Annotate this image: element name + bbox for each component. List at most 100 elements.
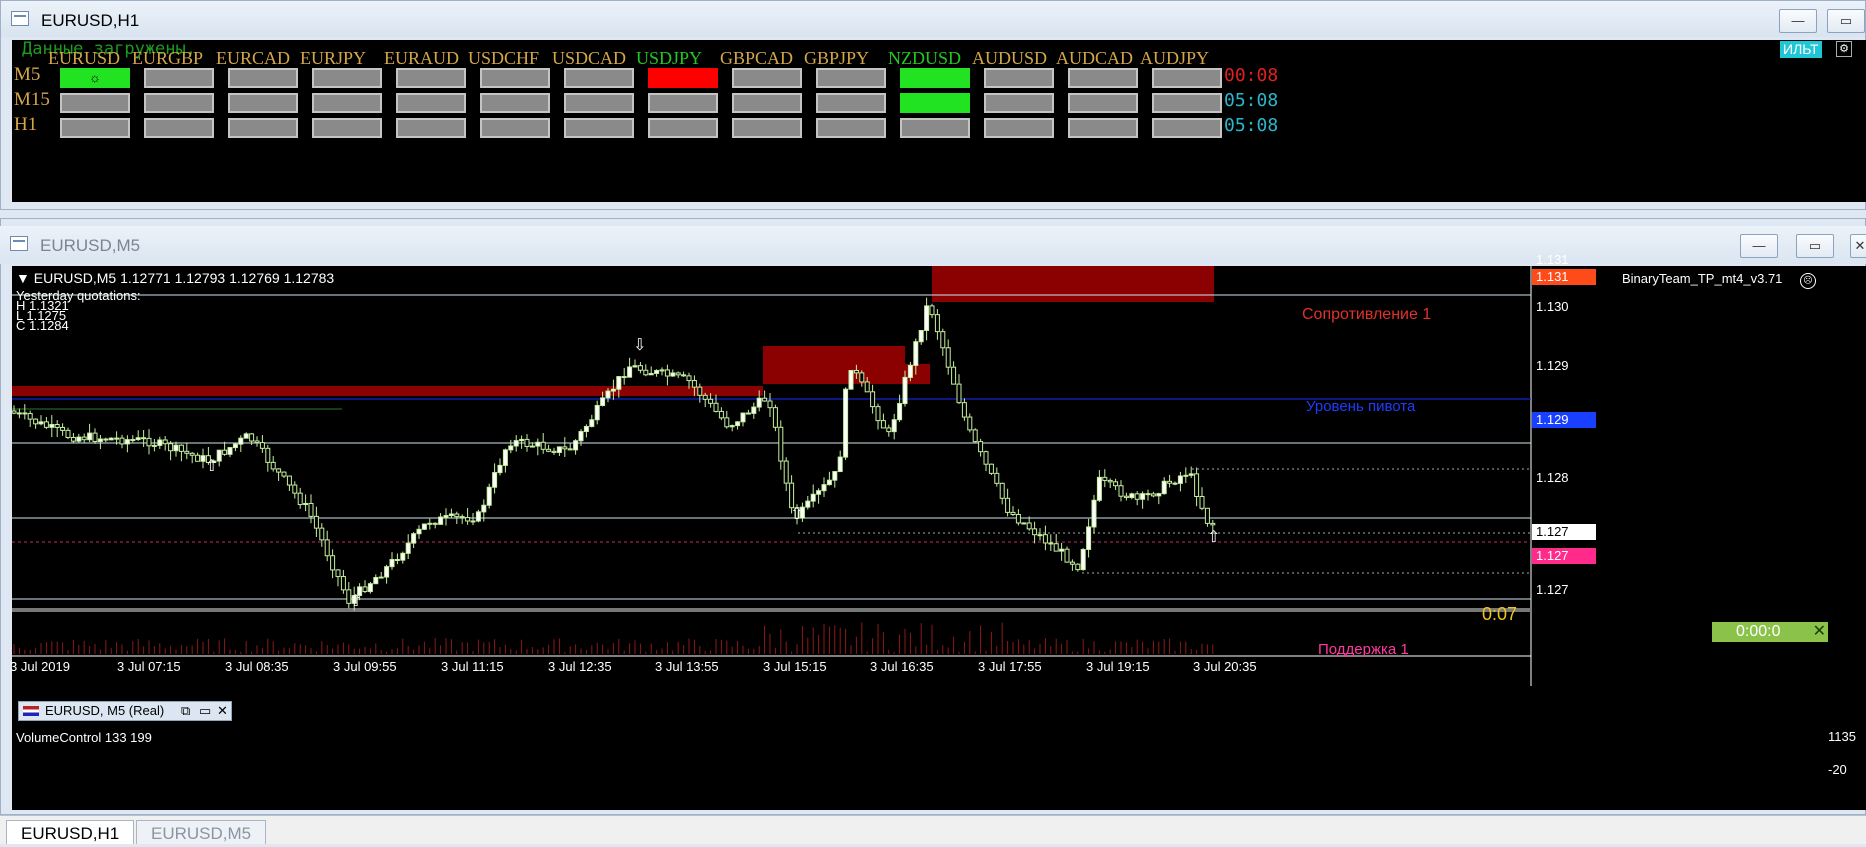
candle-body (664, 369, 670, 377)
minimize-button[interactable]: — (1779, 9, 1817, 33)
tab-eurusd-h1[interactable]: EURUSD,H1 (6, 820, 135, 844)
symbol-eurgbp[interactable]: EURGBP (132, 48, 203, 69)
signal-cell[interactable] (1152, 68, 1222, 88)
candle-body (1156, 493, 1162, 497)
signal-cell[interactable] (816, 118, 886, 138)
candle-body (465, 517, 471, 522)
signal-cell[interactable] (1068, 118, 1138, 138)
maximize-button[interactable]: ▭ (1827, 9, 1865, 33)
candle-body (227, 447, 233, 455)
symbol-usdcad[interactable]: USDCAD (552, 48, 626, 69)
symbol-gbpcad[interactable]: GBPCAD (720, 48, 793, 69)
signal-cell[interactable] (60, 118, 130, 138)
maximize-icon[interactable]: ▭ (199, 702, 211, 720)
candle-body (1096, 476, 1102, 501)
signal-cell[interactable] (228, 68, 298, 88)
signal-cell[interactable] (228, 93, 298, 113)
candle-body (513, 440, 519, 447)
signal-cell[interactable] (480, 68, 550, 88)
chart-area[interactable]: ⇧ ⇧ ⇧ ⇧ ⇩ ▼ EURUSD,M5 1.12771 1.12793 1.1276… (10, 252, 1866, 810)
signal-cell[interactable] (984, 68, 1054, 88)
candle-body (394, 559, 400, 562)
symbol-euraud[interactable]: EURAUD (384, 48, 459, 69)
candle-body (389, 559, 395, 568)
candle-body (1167, 480, 1173, 484)
signal-cell[interactable] (396, 68, 466, 88)
filter-badge[interactable]: ИЛЬТ (1780, 41, 1822, 58)
candle-body (340, 576, 346, 591)
candle-body (265, 447, 271, 463)
signal-cell[interactable] (396, 93, 466, 113)
candle-body (659, 369, 665, 372)
signal-cell[interactable] (144, 93, 214, 113)
candle-body (92, 432, 98, 442)
signal-cell[interactable] (60, 93, 130, 113)
candle-body (135, 437, 141, 441)
symbol-audjpy[interactable]: AUDJPY (1140, 48, 1209, 69)
candle-body (405, 542, 411, 554)
symbol-eurcad[interactable]: EURCAD (216, 48, 290, 69)
close-icon[interactable]: ✕ (217, 702, 228, 720)
signal-cell[interactable] (900, 93, 970, 113)
signal-cell[interactable] (144, 118, 214, 138)
signal-cell[interactable] (732, 68, 802, 88)
tab-eurusd-m5[interactable]: EURUSD,M5 (136, 820, 267, 844)
signal-cell[interactable] (396, 118, 466, 138)
signal-cell[interactable] (1068, 68, 1138, 88)
symbol-audcad[interactable]: AUDCAD (1056, 48, 1133, 69)
candle-body (983, 451, 989, 465)
signal-cell[interactable] (312, 118, 382, 138)
signal-arrow-icon: ⇧ (790, 504, 803, 523)
signal-cell[interactable] (648, 68, 718, 88)
close-button[interactable]: ✕ (1850, 234, 1866, 258)
signal-cell[interactable] (1068, 93, 1138, 113)
signal-cell[interactable] (984, 93, 1054, 113)
symbol-audusd[interactable]: AUDUSD (972, 48, 1047, 69)
minimize-button[interactable]: — (1740, 234, 1778, 258)
candle-body (427, 522, 433, 525)
signal-cell[interactable] (312, 93, 382, 113)
candle-body (54, 424, 60, 428)
symbol-eurusd[interactable]: EURUSD (48, 48, 120, 69)
restore-icon[interactable]: ⧉ (181, 702, 190, 720)
signal-cell[interactable] (564, 68, 634, 88)
price-label: 1.129 (1536, 358, 1569, 373)
candle-body (497, 464, 503, 474)
maximize-button[interactable]: ▭ (1796, 234, 1834, 258)
signal-cell[interactable] (228, 118, 298, 138)
signal-cell[interactable] (1152, 93, 1222, 113)
resistance-zone (932, 266, 1214, 302)
candle-body (886, 427, 892, 433)
candle-body (632, 365, 638, 368)
signal-cell[interactable] (816, 93, 886, 113)
signal-cell[interactable] (480, 118, 550, 138)
symbol-gbpjpy[interactable]: GBPJPY (804, 48, 869, 69)
settings-icon[interactable]: ⚙ (1836, 41, 1852, 57)
signal-cell[interactable] (984, 118, 1054, 138)
symbol-usdjpy[interactable]: USDJPY (636, 48, 702, 69)
signal-cell[interactable] (480, 93, 550, 113)
signal-cell[interactable] (816, 68, 886, 88)
signal-cell[interactable] (312, 68, 382, 88)
chart-menu-icon[interactable]: ▼ (16, 270, 34, 286)
signal-cell[interactable] (900, 68, 970, 88)
signal-cell[interactable] (648, 93, 718, 113)
signal-cell[interactable] (732, 118, 802, 138)
close-icon[interactable]: ✕ (1813, 622, 1826, 642)
signal-cell[interactable] (648, 118, 718, 138)
candle-body (292, 484, 298, 494)
signal-cell[interactable] (564, 93, 634, 113)
candle-body (1064, 548, 1070, 563)
symbol-nzdusd[interactable]: NZDUSD (888, 48, 961, 69)
symbol-usdchf[interactable]: USDCHF (468, 48, 539, 69)
signal-cell[interactable] (900, 118, 970, 138)
signal-cell[interactable] (732, 93, 802, 113)
signal-cell[interactable] (1152, 118, 1222, 138)
top-window-titlebar[interactable]: EURUSD,H1 — ▭ (1, 1, 1865, 37)
price-label: 1.130 (1536, 299, 1569, 314)
signal-cell[interactable]: ☼ (60, 68, 130, 88)
symbol-eurjpy[interactable]: EURJPY (300, 48, 366, 69)
mini-chart-window[interactable]: EURUSD, M5 (Real) ⧉ ▭ ✕ (18, 701, 232, 721)
signal-cell[interactable] (564, 118, 634, 138)
signal-cell[interactable] (144, 68, 214, 88)
